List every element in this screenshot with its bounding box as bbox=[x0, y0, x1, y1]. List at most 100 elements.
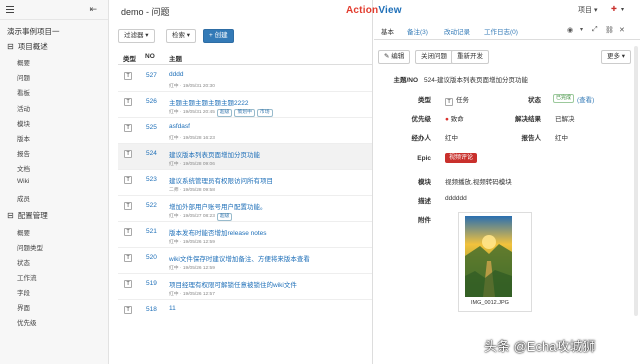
task-type-icon: T bbox=[124, 98, 132, 106]
more-button[interactable]: 更多 ▾ bbox=[601, 50, 632, 64]
task-type-icon: T bbox=[124, 150, 132, 158]
filter-button[interactable]: 过滤器 ▾ bbox=[118, 29, 155, 43]
menu-icon[interactable] bbox=[6, 6, 14, 13]
sidebar-item-priorities[interactable]: 优先级 bbox=[17, 317, 37, 327]
sidebar-item-modules[interactable]: 模块 bbox=[17, 118, 30, 128]
reopen-button[interactable]: 重新开发 bbox=[451, 50, 489, 64]
tab-worklog[interactable]: 工作日志(0) bbox=[484, 26, 518, 36]
scrollbar[interactable] bbox=[634, 46, 638, 316]
issue-meta: 红中 · 19/05/26 12:59 bbox=[169, 266, 215, 271]
task-type-icon: T bbox=[445, 98, 453, 106]
sidebar-item-wiki[interactable]: Wiki bbox=[17, 178, 29, 185]
subject-value: 524-建议版本列表页面增加分页功能 bbox=[424, 77, 529, 84]
issue-title[interactable]: 主题主题主题主题主题2222 bbox=[169, 97, 248, 107]
minus-square-icon: ⊟ bbox=[7, 211, 14, 220]
sidebar-group-overview[interactable]: ⊟ 项目概述 bbox=[7, 41, 48, 52]
watch-caret-icon[interactable]: ▾ bbox=[580, 26, 583, 33]
attachment-label: 附件 bbox=[418, 217, 431, 224]
create-button[interactable]: + 创建 bbox=[203, 29, 234, 43]
task-type-icon: T bbox=[124, 280, 132, 288]
sidebar-item-issues[interactable]: 问题 bbox=[17, 72, 30, 82]
attachment-thumbnail[interactable] bbox=[465, 216, 512, 297]
sidebar-item-fields[interactable]: 字段 bbox=[17, 287, 30, 297]
module-value: 视频播放,视频转码模块 bbox=[445, 179, 512, 186]
close-issue-button[interactable]: 关闭问题 bbox=[415, 50, 453, 64]
status-label: 状态 bbox=[528, 97, 541, 104]
issue-title[interactable]: 建议版本列表页面增加分页功能 bbox=[169, 149, 260, 159]
table-row[interactable]: T 521 版本发布时能否增加release notes 红中 · 19/05/… bbox=[118, 222, 372, 248]
sidebar-item-config-summary[interactable]: 概要 bbox=[17, 227, 30, 237]
sidebar-item-activity[interactable]: 活动 bbox=[17, 103, 30, 113]
issue-title[interactable]: 版本发布时能否增加release notes bbox=[169, 227, 267, 237]
attachment-card[interactable]: IMG_0012.JPG bbox=[458, 212, 532, 312]
table-row[interactable]: T 525 asfdasf 红中 · 19/05/28 16:23 bbox=[118, 118, 372, 144]
detail-tabs: 基本 备注(3) 改动记录 工作日志(0) ◉ ▾ ⤢ ⛓ ✕ bbox=[374, 20, 640, 40]
issue-title[interactable]: 11 bbox=[169, 305, 176, 312]
sidebar-item-states[interactable]: 状态 bbox=[17, 257, 30, 267]
table-row[interactable]: T 520 wiki文件保存时建议增加备注、方便将来版本查看 红中 · 19/0… bbox=[118, 248, 372, 274]
sidebar-item-members[interactable]: 成员 bbox=[17, 193, 30, 203]
table-row[interactable]: T 527 dddd 红中 · 19/05/31 20:30 bbox=[118, 66, 372, 92]
table-row[interactable]: T 519 项目经理有权限可解锁任意被锁住的wiki文件 红中 · 19/05/… bbox=[118, 274, 372, 300]
sidebar-item-screens[interactable]: 界面 bbox=[17, 302, 30, 312]
issue-meta: 红中 · 19/05/28 09:06 bbox=[169, 162, 215, 167]
issue-no[interactable]: 521 bbox=[146, 228, 157, 235]
issue-title[interactable]: 项目经理有权限可解锁任意被锁住的wiki文件 bbox=[169, 279, 297, 289]
task-type-icon: T bbox=[124, 306, 132, 314]
sidebar-item-summary[interactable]: 概要 bbox=[17, 57, 30, 67]
table-row[interactable]: T 523 建议系统管理员有权限访问所有项目 二师 · 19/05/28 09:… bbox=[118, 170, 372, 196]
task-type-icon: T bbox=[124, 72, 132, 80]
issue-no[interactable]: 523 bbox=[146, 176, 157, 183]
sidebar-item-issue-types[interactable]: 问题类型 bbox=[17, 242, 43, 252]
watch-icon[interactable]: ◉ bbox=[567, 26, 573, 34]
epic-badge[interactable]: 视频评论 bbox=[445, 153, 478, 163]
issue-title[interactable]: dddd bbox=[169, 71, 183, 78]
reporter-label: 报告人 bbox=[521, 135, 542, 142]
page-title: demo - 问题 bbox=[121, 7, 170, 17]
project-name[interactable]: 演示事例项目一 bbox=[7, 26, 60, 37]
link-icon[interactable]: ⛓ bbox=[605, 26, 614, 34]
table-row-selected[interactable]: T 524 建议版本列表页面增加分页功能 红中 · 19/05/28 09:06 bbox=[118, 144, 372, 170]
sidebar-item-versions[interactable]: 版本 bbox=[17, 133, 30, 143]
issue-no[interactable]: 519 bbox=[146, 280, 157, 287]
issue-detail-panel: 基本 备注(3) 改动记录 工作日志(0) ◉ ▾ ⤢ ⛓ ✕ ✎ 编辑 关闭问… bbox=[374, 0, 640, 364]
tab-basic[interactable]: 基本 bbox=[381, 26, 394, 36]
tab-comments[interactable]: 备注(3) bbox=[407, 26, 428, 36]
label-tag: 超级 bbox=[216, 109, 233, 117]
share-icon[interactable]: ⤢ bbox=[592, 26, 598, 34]
search-button[interactable]: 检索 ▾ bbox=[166, 29, 197, 43]
type-label: 类型 bbox=[418, 97, 431, 104]
issue-no[interactable]: 518 bbox=[146, 306, 157, 313]
tab-history[interactable]: 改动记录 bbox=[444, 26, 470, 36]
issue-title[interactable]: 增加外部用户账号用户配置功能。 bbox=[169, 201, 267, 211]
issue-no[interactable]: 524 bbox=[146, 150, 157, 157]
sidebar-item-workflow[interactable]: 工作流 bbox=[17, 272, 37, 282]
table-row[interactable]: T 518 11 bbox=[118, 300, 372, 326]
reporter-value: 红中 bbox=[555, 135, 568, 142]
issue-title[interactable]: wiki文件保存时建议增加备注、方便将来版本查看 bbox=[169, 253, 310, 263]
sidebar-item-docs[interactable]: 文档 bbox=[17, 163, 30, 173]
col-header-no: NO bbox=[145, 53, 155, 60]
issue-meta: 红中 · 19/05/31 20:45 超级 策划中 市场 bbox=[169, 108, 273, 117]
table-row[interactable]: T 526 主题主题主题主题主题2222 红中 · 19/05/31 20:45… bbox=[118, 92, 372, 118]
sidebar-item-reports[interactable]: 报告 bbox=[17, 148, 30, 158]
edit-button[interactable]: ✎ 编辑 bbox=[378, 50, 411, 64]
issue-meta: 红中 · 19/05/26 12:59 bbox=[169, 240, 215, 245]
status-view-link[interactable]: (查看) bbox=[577, 94, 594, 104]
issue-title[interactable]: 建议系统管理员有权限访问所有项目 bbox=[169, 175, 273, 185]
table-row[interactable]: T 522 增加外部用户账号用户配置功能。 红中 · 19/05/27 08:2… bbox=[118, 196, 372, 222]
issue-no[interactable]: 526 bbox=[146, 98, 157, 105]
description-value: dddddd bbox=[445, 195, 467, 202]
priority-value: ● 致命 bbox=[445, 116, 464, 123]
sidebar-group-config[interactable]: ⊟ 配置管理 bbox=[7, 210, 48, 221]
collapse-sidebar-icon[interactable]: ⇤ bbox=[89, 4, 97, 15]
attachment-filename: IMG_0012.JPG bbox=[471, 300, 509, 306]
close-icon[interactable]: ✕ bbox=[619, 26, 625, 34]
issue-no[interactable]: 527 bbox=[146, 72, 157, 79]
sidebar-item-kanban[interactable]: 看板 bbox=[17, 87, 30, 97]
issue-no[interactable]: 522 bbox=[146, 202, 157, 209]
issue-no[interactable]: 520 bbox=[146, 254, 157, 261]
label-tag: 超级 bbox=[216, 213, 233, 221]
issue-title[interactable]: asfdasf bbox=[169, 123, 190, 130]
issue-no[interactable]: 525 bbox=[146, 124, 157, 131]
